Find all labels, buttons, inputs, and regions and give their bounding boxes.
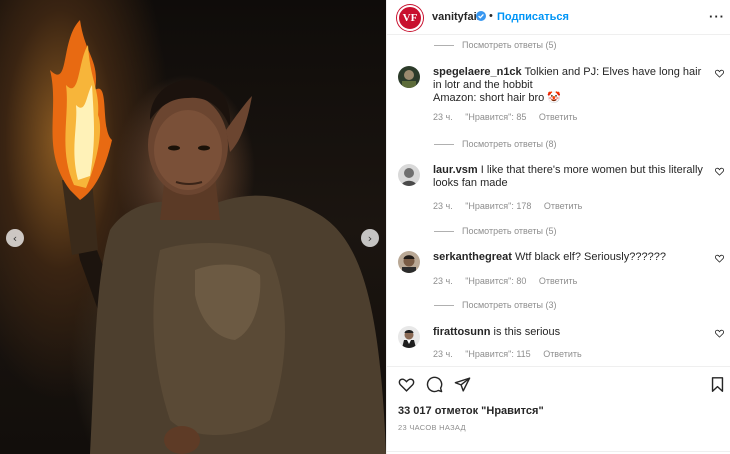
comment-likes[interactable]: "Нравится": 85: [465, 112, 526, 122]
carousel-prev-button[interactable]: ‹: [6, 229, 24, 247]
post-header: VF vanityfair • Подписаться ···: [387, 0, 730, 35]
commenter-username[interactable]: laur.vsm: [433, 164, 478, 176]
post-time[interactable]: 23 часов назад: [398, 423, 466, 432]
like-heart-icon[interactable]: [398, 376, 415, 393]
comment-body: Wtf black elf? Seriously??????: [514, 251, 666, 263]
avatar-image: [398, 164, 420, 186]
carousel-next-button[interactable]: ›: [361, 229, 379, 247]
comment-item: firattosunn is this serious 23 ч. "Нрави…: [398, 326, 724, 366]
commenter-avatar[interactable]: [398, 251, 420, 273]
comment-body-line2: Amazon: short hair bro: [433, 92, 545, 104]
post-actions: 33 017 отметок "Нравится" 23 часов назад: [387, 366, 730, 454]
likes-count[interactable]: 33 017 отметок "Нравится": [398, 405, 544, 417]
like-comment-heart-icon[interactable]: [715, 254, 724, 263]
commenter-avatar[interactable]: [398, 326, 420, 348]
comment-time: 23 ч.: [433, 349, 453, 359]
avatar-image: [398, 66, 420, 88]
header-separator: •: [489, 10, 493, 22]
account-username[interactable]: vanityfair: [432, 11, 481, 23]
replies-line: [434, 143, 454, 145]
view-replies-label: Посмотреть ответы (3): [462, 300, 557, 310]
replies-line: [434, 230, 454, 232]
commenter-avatar[interactable]: [398, 66, 420, 88]
verified-badge-icon: [476, 11, 486, 21]
view-replies-label: Посмотреть ответы (8): [462, 139, 557, 149]
more-options-icon[interactable]: ···: [709, 9, 725, 24]
commenter-username[interactable]: firattosunn: [433, 326, 490, 338]
comment-time: 23 ч.: [433, 201, 453, 211]
commenter-username[interactable]: serkanthegreat: [433, 251, 512, 263]
commenter-avatar[interactable]: [398, 164, 420, 186]
post-side-panel: VF vanityfair • Подписаться ··· Посмотре…: [386, 0, 730, 454]
photo-illustration: [50, 20, 386, 454]
comment-meta: 23 ч. "Нравится": 178 Ответить: [433, 201, 592, 211]
comment-text: firattosunn is this serious: [433, 326, 705, 339]
clown-emoji: 🤡: [547, 92, 562, 104]
comment-text: serkanthegreat Wtf black elf? Seriously?…: [433, 251, 705, 264]
comment-likes[interactable]: "Нравится": 80: [465, 276, 526, 286]
view-replies-button[interactable]: Посмотреть ответы (5): [434, 40, 557, 50]
comment-time: 23 ч.: [433, 112, 453, 122]
view-replies-button[interactable]: Посмотреть ответы (5): [434, 226, 557, 236]
comment-likes[interactable]: "Нравится": 115: [465, 349, 530, 359]
like-comment-heart-icon[interactable]: [715, 329, 724, 338]
reply-button[interactable]: Ответить: [543, 349, 581, 359]
view-replies-button[interactable]: Посмотреть ответы (3): [434, 300, 557, 310]
avatar-image: [398, 326, 420, 348]
comment-meta: 23 ч. "Нравится": 115 Ответить: [433, 349, 592, 359]
commenter-username[interactable]: spegelaere_n1ck: [433, 66, 522, 78]
comment-item: laur.vsm I like that there's more women …: [398, 164, 724, 224]
comment-text: spegelaere_n1ck Tolkien and PJ: Elves ha…: [433, 66, 705, 105]
comment-time: 23 ч.: [433, 276, 453, 286]
replies-line: [434, 304, 454, 306]
share-paper-plane-icon[interactable]: [454, 376, 471, 393]
like-comment-heart-icon[interactable]: [715, 167, 724, 176]
follow-button[interactable]: Подписаться: [497, 11, 569, 23]
like-comment-heart-icon[interactable]: [715, 69, 724, 78]
reply-button[interactable]: Ответить: [544, 201, 582, 211]
comment-likes[interactable]: "Нравится": 178: [465, 201, 531, 211]
avatar-image: [398, 251, 420, 273]
replies-line: [434, 44, 454, 46]
post-photo: ‹ ›: [0, 0, 386, 454]
comment-body: is this serious: [493, 326, 561, 338]
view-replies-label: Посмотреть ответы (5): [462, 40, 557, 50]
comment-text: laur.vsm I like that there's more women …: [433, 164, 705, 190]
comments-list: Посмотреть ответы (5) spegelaere_n1ck To…: [387, 36, 730, 366]
account-avatar[interactable]: VF: [397, 5, 423, 31]
reply-button[interactable]: Ответить: [539, 276, 577, 286]
comment-meta: 23 ч. "Нравится": 85 Ответить: [433, 112, 587, 122]
reply-button[interactable]: Ответить: [539, 112, 577, 122]
comment-item: serkanthegreat Wtf black elf? Seriously?…: [398, 251, 724, 301]
view-replies-label: Посмотреть ответы (5): [462, 226, 557, 236]
comment-bubble-icon[interactable]: [426, 376, 443, 393]
view-replies-button[interactable]: Посмотреть ответы (8): [434, 139, 557, 149]
save-bookmark-icon[interactable]: [709, 376, 726, 393]
comment-meta: 23 ч. "Нравится": 80 Ответить: [433, 276, 587, 286]
